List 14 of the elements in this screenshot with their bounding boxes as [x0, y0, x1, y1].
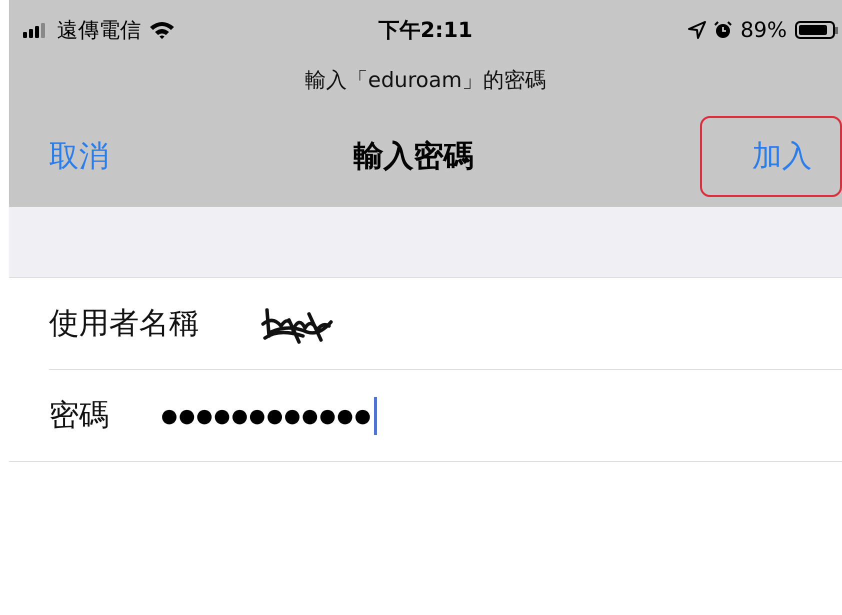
battery-icon [795, 21, 838, 39]
screen-title: 輸入密碼 [354, 138, 474, 176]
carrier-name: 遠傳電信 [57, 17, 141, 44]
clock-time: 下午2:11 [378, 17, 473, 44]
battery-percent: 89% [740, 18, 787, 42]
wifi-icon [149, 20, 175, 40]
field-label: 使用者名稱 [49, 305, 200, 343]
password-field[interactable]: ●●●●●●●●●●●● [161, 396, 377, 434]
cancel-button[interactable]: 取消 [39, 128, 119, 185]
join-button[interactable]: 加入 [700, 116, 842, 197]
alarm-clock-icon [714, 21, 732, 39]
location-arrow-icon [688, 21, 706, 39]
field-label: 密碼 [49, 397, 110, 435]
prompt-text: 輸入「eduroam」的密碼 [304, 67, 547, 94]
